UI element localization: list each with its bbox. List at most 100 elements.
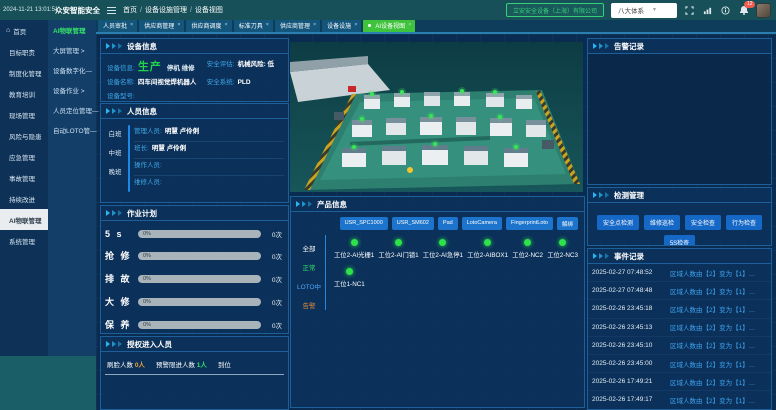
page-tab[interactable]: 供应商调度 × — [186, 19, 231, 33]
sidebar-item[interactable]: 应急管理 — [0, 146, 48, 167]
event-row[interactable]: 2025-02-26 23:45:10 区域人数由【2】变为【1】… — [588, 337, 771, 355]
page-tab-label: AI设备视图 — [375, 21, 405, 30]
user-avatar[interactable] — [756, 3, 771, 18]
signal-icon[interactable] — [702, 5, 713, 16]
sidebar-item[interactable]: 目标职责 — [0, 41, 48, 62]
event-row[interactable]: 2025-02-26 23:45:00 区域人数由【2】变为【1】… — [588, 355, 771, 373]
close-icon[interactable]: × — [408, 22, 411, 28]
event-row[interactable]: 2025-02-26 23:45:18 区域人数由【2】变为【1】… — [588, 300, 771, 318]
submenu-item-label: 人员定位管理— — [53, 105, 99, 115]
progress-bar: 0% — [138, 298, 261, 306]
inspection-button[interactable]: 5S检查 — [664, 235, 695, 246]
info-icon[interactable] — [720, 5, 731, 16]
inspection-button[interactable]: 维修巡检 — [644, 215, 680, 230]
event-timestamp: 2025-02-27 07:48:52 — [592, 269, 670, 276]
close-icon[interactable]: × — [313, 22, 316, 28]
sidebar-item[interactable]: 持续改进 — [0, 188, 48, 209]
alarm-log-title: 告警记录 — [588, 39, 771, 54]
breadcrumb-home[interactable]: 首页 — [123, 5, 137, 15]
notification-bell-icon[interactable]: 12 — [738, 5, 749, 16]
page-tab[interactable]: AI设备视图 × — [363, 19, 415, 33]
sidebar-item[interactable]: 系统管理 — [0, 230, 48, 251]
close-icon[interactable]: × — [266, 22, 269, 28]
event-row[interactable]: 2025-02-26 17:49:17 区域人数由【2】变为【1】… — [588, 391, 771, 409]
station-item[interactable]: 工位2-AI门锁1 — [378, 239, 418, 259]
close-icon[interactable]: × — [224, 22, 227, 28]
page-tab[interactable]: 设备设施 × — [322, 19, 361, 33]
device-type-button[interactable]: 解绑 — [557, 217, 578, 230]
device-type-button[interactable]: USR_SM602 — [392, 217, 434, 230]
inspection-button[interactable]: 安全点检测 — [597, 215, 639, 230]
sidebar-item[interactable]: 教育培训 — [0, 83, 48, 104]
company-badge: 立安安全设备（上海）有限公司 — [506, 3, 604, 17]
sidebar-item[interactable]: AI物联管理 — [0, 209, 48, 230]
station-row: 工位2-AI光栅1 工位2-AI门锁1 工位2-AI急停1 — [334, 239, 578, 259]
station-label: 工位2-NC2 — [512, 250, 543, 259]
event-row[interactable]: 2025-02-27 07:48:52 区域人数由【2】变为【1】… — [588, 264, 771, 282]
device-type-button[interactable]: FingerprintLoto — [506, 217, 553, 230]
station-row: 工位1-NC1 — [334, 268, 578, 288]
device-type-button[interactable]: LotoCamera — [462, 217, 502, 230]
shift-divider — [128, 125, 130, 192]
shift-label[interactable]: 白班 — [103, 128, 127, 138]
submenu-item[interactable]: AI物联管理 — [48, 20, 96, 40]
page-tab[interactable]: 人员审批 × — [98, 19, 137, 33]
close-icon[interactable]: × — [177, 22, 180, 28]
station-item[interactable]: 工位2-AI急停1 — [423, 239, 463, 259]
personnel-info-panel: 人员信息 白班中班晚班 管理人员: 明慧 卢伶俐 班长: — [100, 103, 289, 203]
submenu-item[interactable]: 设备作业 > — [48, 80, 96, 100]
breadcrumb-level3[interactable]: 设备视图 — [195, 5, 223, 15]
event-row[interactable]: 2025-02-26 17:49:21 区域人数由【2】变为【1】… — [588, 373, 771, 391]
status-filter-tab[interactable]: 告警 — [293, 300, 325, 310]
station-item[interactable]: 工位2-NC3 — [547, 239, 578, 259]
chevrons-icon — [296, 201, 300, 207]
submenu-item[interactable]: 设备数字化— — [48, 60, 96, 80]
device-info-title: 设备信息 — [101, 39, 288, 54]
factory-3d-view[interactable] — [290, 42, 583, 192]
status-filter-tab[interactable]: 全部 — [293, 243, 325, 253]
fullscreen-icon[interactable] — [684, 5, 695, 16]
personnel-field-label: 管理人员: — [134, 125, 162, 135]
entry-stat-value: 0人 — [135, 362, 145, 369]
page-tab[interactable]: 标准刀具 × — [234, 19, 273, 33]
submenu-item[interactable]: 人员定位管理— — [48, 100, 96, 120]
sidebar-item[interactable]: ⌂ 首页 — [0, 20, 48, 41]
device-type-button[interactable]: USR_SPC1000 — [340, 217, 388, 230]
sidebar-item[interactable]: 制度化管理 — [0, 62, 48, 83]
inspection-button[interactable]: 行为检查 — [726, 215, 762, 230]
page-tab-label: 设备设施 — [327, 21, 351, 30]
shift-label[interactable]: 中班 — [103, 147, 127, 157]
inspection-button[interactable]: 安全检查 — [685, 215, 721, 230]
station-item[interactable]: 工位1-NC1 — [334, 268, 365, 288]
page-tab-label: 供应商管理 — [280, 21, 310, 30]
page-tab[interactable]: 供应商管理 × — [275, 19, 320, 33]
event-row[interactable]: 2025-02-27 07:48:48 区域人数由【2】变为【1】… — [588, 282, 771, 300]
station-item[interactable]: 工位2-NC2 — [512, 239, 543, 259]
submenu-item[interactable]: 自动LOTO管— — [48, 120, 96, 140]
event-row[interactable]: 2025-02-26 23:45:13 区域人数由【2】变为【1】… — [588, 319, 771, 337]
status-filter-tab[interactable]: 正常 — [293, 262, 325, 272]
submenu-item[interactable]: 大屏管理 > — [48, 40, 96, 60]
close-icon[interactable]: × — [354, 22, 357, 28]
station-item[interactable]: 工位2-AIBOX1 — [467, 239, 508, 259]
device-type-button[interactable]: Pad — [438, 217, 458, 230]
station-label: 工位2-NC3 — [547, 250, 578, 259]
sidebar-item[interactable]: 风险与隐患 — [0, 125, 48, 146]
station-item[interactable]: 工位2-AI光栅1 — [334, 239, 374, 259]
page-tab-label: 人员审批 — [103, 21, 127, 30]
station-label: 工位2-AIBOX1 — [467, 250, 508, 259]
page-tab[interactable]: 供应商管理 × — [139, 19, 184, 33]
personnel-field-value: 明慧 卢伶俐 — [165, 125, 199, 135]
close-icon[interactable]: × — [130, 22, 133, 28]
status-filter-tab[interactable]: LOTO中 — [293, 281, 325, 291]
event-log-body: 2025-02-27 07:48:52 区域人数由【2】变为【1】… 2025-… — [588, 264, 771, 410]
event-description: 区域人数由【2】变为【1】… — [670, 340, 767, 350]
event-timestamp: 2025-02-26 17:49:17 — [592, 396, 670, 403]
shift-label[interactable]: 晚班 — [103, 166, 127, 176]
hamburger-menu-icon[interactable] — [107, 7, 116, 14]
system-select[interactable]: 八大体系 ▼ — [611, 3, 677, 18]
breadcrumb-level2[interactable]: 设备设施管理 — [145, 5, 187, 15]
sidebar-item[interactable]: 事故管理 — [0, 167, 48, 188]
sidebar-item-label: 制度化管理 — [9, 68, 42, 78]
sidebar-item[interactable]: 现场管理 — [0, 104, 48, 125]
